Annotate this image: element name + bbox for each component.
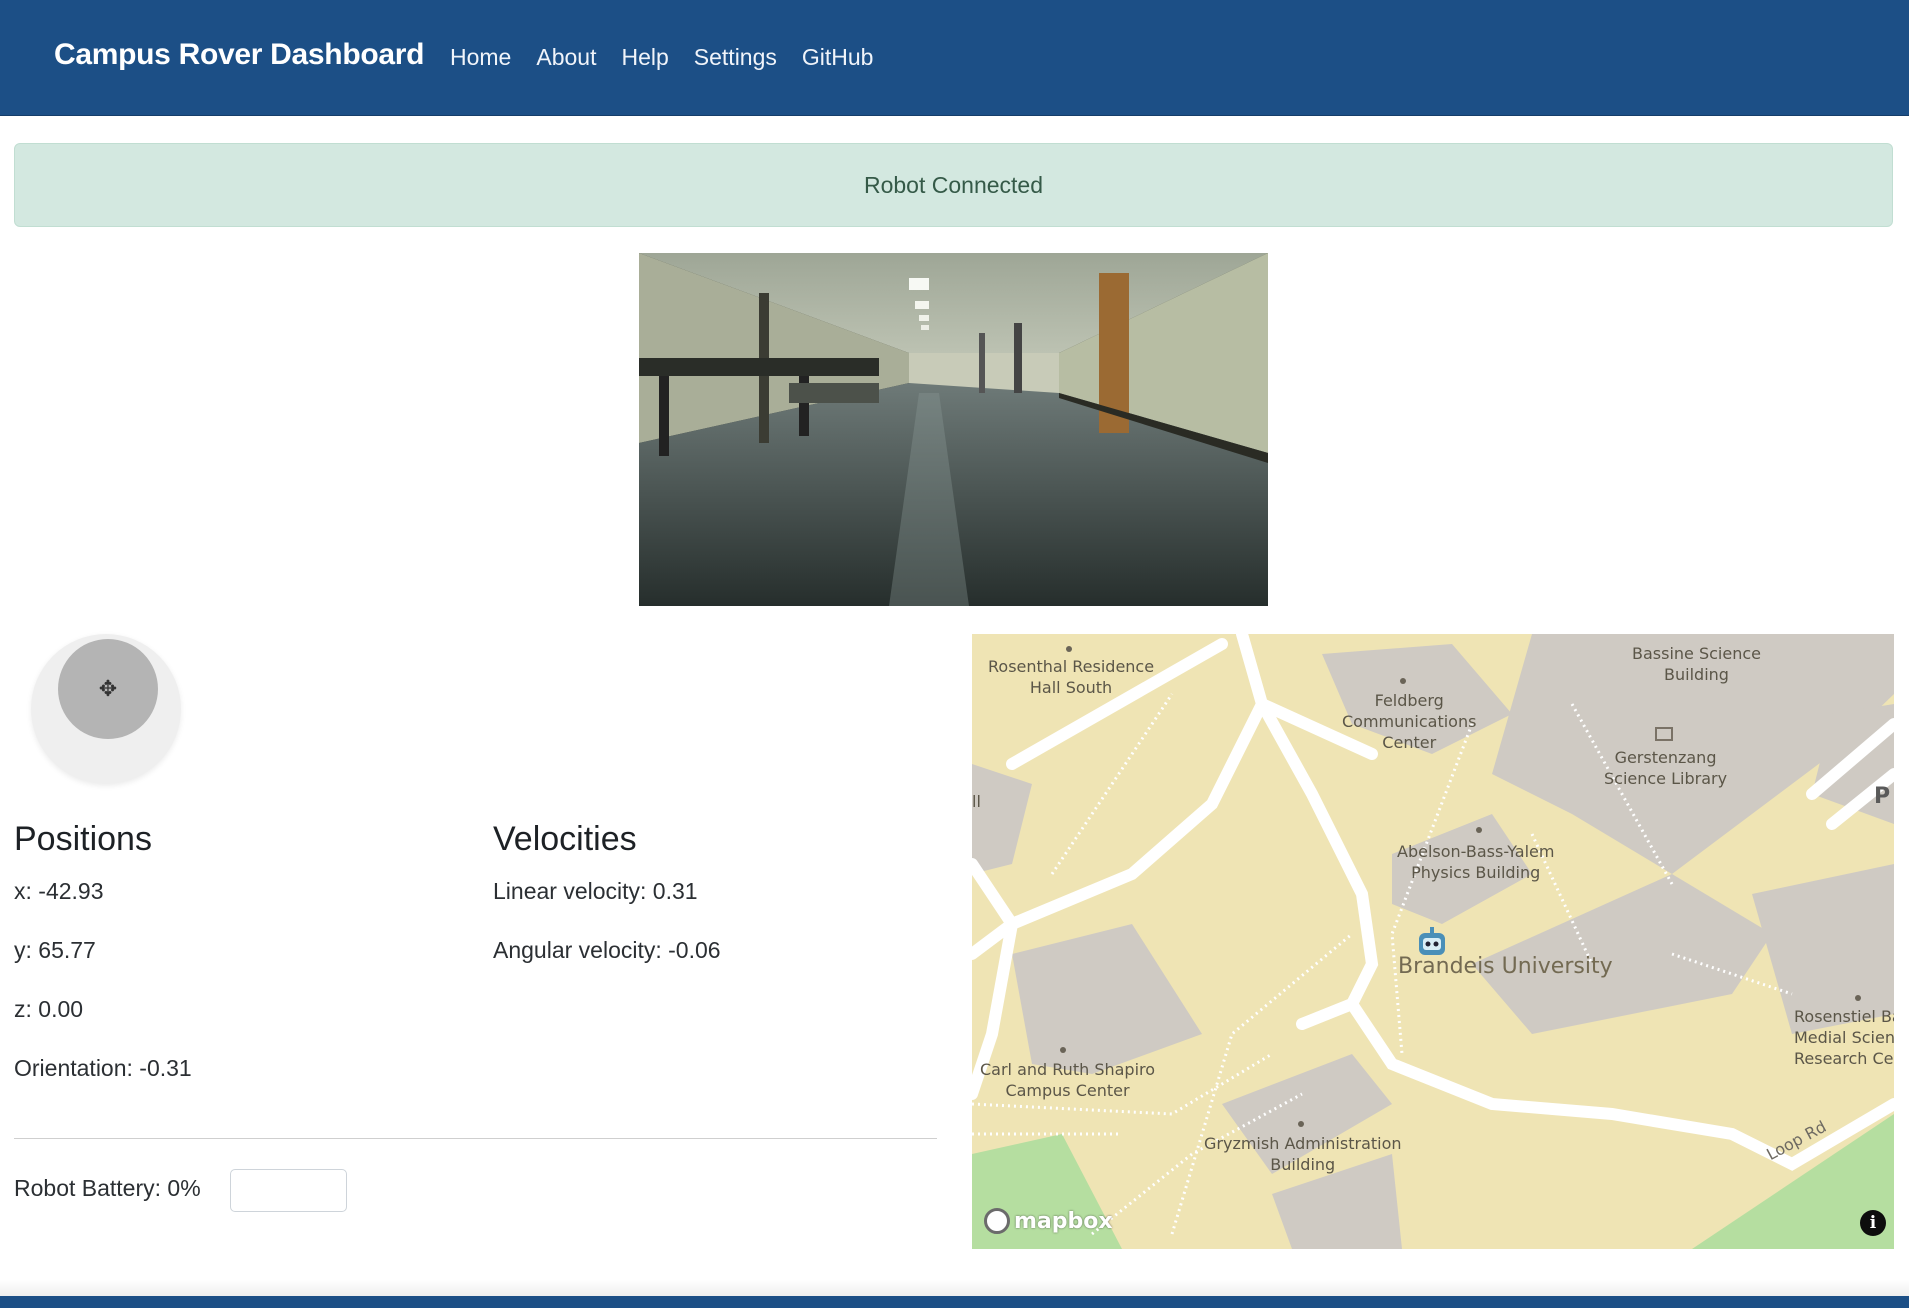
map-label-brandeis: Brandeis University xyxy=(1398,954,1613,979)
battery-label: Robot Battery: 0% xyxy=(14,1175,201,1201)
battery-input[interactable] xyxy=(230,1169,347,1212)
brand-title[interactable]: Campus Rover Dashboard xyxy=(54,38,424,72)
nav-github[interactable]: GitHub xyxy=(802,44,874,71)
mapbox-wordmark: mapbox xyxy=(1014,1208,1113,1234)
camera-image xyxy=(639,253,1268,606)
velocities-heading: Velocities xyxy=(493,820,637,858)
nav-settings[interactable]: Settings xyxy=(694,44,777,71)
map-label-gerstenzang: Gerstenzang Science Library xyxy=(1604,748,1728,788)
map-label-rosenthal: Rosenthal Residence Hall South xyxy=(988,657,1155,697)
mapbox-attribution[interactable]: mapbox xyxy=(984,1208,1113,1234)
nav-about[interactable]: About xyxy=(536,44,596,71)
map-label-bassine: Bassine Science Building xyxy=(1632,644,1761,684)
move-icon: ✥ xyxy=(98,676,118,701)
position-z: z: 0.00 xyxy=(14,996,84,1022)
connection-status-alert: Robot Connected xyxy=(14,143,1893,227)
footer-shadow xyxy=(0,1280,1909,1296)
nav-home[interactable]: Home xyxy=(450,44,511,71)
navbar: Campus Rover Dashboard Home About Help S… xyxy=(0,0,1909,116)
mapbox-logo-icon xyxy=(984,1208,1010,1234)
joystick-knob[interactable]: ✥ xyxy=(58,639,158,739)
map-label-parking: P xyxy=(1874,784,1891,809)
map-label-gryzmish: Gryzmish Administration Building xyxy=(1204,1134,1402,1174)
info-icon[interactable]: i xyxy=(1860,1210,1886,1236)
linear-velocity: Linear velocity: 0.31 xyxy=(493,878,698,904)
map-label-feldberg: Feldberg Communications Center xyxy=(1342,691,1477,752)
orientation-value: Orientation: -0.31 xyxy=(14,1055,192,1081)
map-label-cut: ll xyxy=(972,792,981,811)
connection-status-text: Robot Connected xyxy=(863,171,1043,198)
divider xyxy=(14,1138,937,1139)
positions-heading: Positions xyxy=(14,820,152,858)
robot-marker-icon xyxy=(1419,927,1445,955)
angular-velocity: Angular velocity: -0.06 xyxy=(493,937,721,963)
footer-bar xyxy=(0,1296,1909,1308)
nav-help[interactable]: Help xyxy=(621,44,668,71)
camera-feed xyxy=(639,253,1268,606)
nav-links: Home About Help Settings GitHub xyxy=(450,44,898,71)
map-label-abelson: Abelson-Bass-Yalem Physics Building xyxy=(1397,842,1555,882)
map-label-rosenstiel: Rosenstiel Ba Medial Scien Research Cen xyxy=(1794,1007,1894,1068)
position-y: y: 65.77 xyxy=(14,937,96,963)
map-label-shapiro: Carl and Ruth Shapiro Campus Center xyxy=(980,1060,1156,1100)
position-x: x: -42.93 xyxy=(14,878,104,904)
